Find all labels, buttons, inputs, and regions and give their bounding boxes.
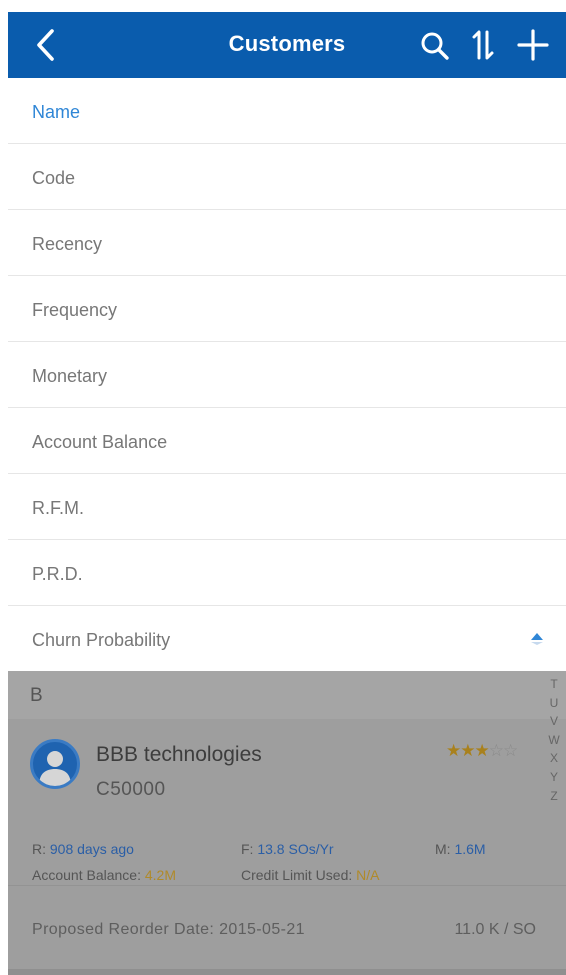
sort-option-monetary[interactable]: Monetary [8,342,566,408]
sort-icon [472,30,494,60]
sort-option-account-balance[interactable]: Account Balance [8,408,566,474]
star-empty-icon: ☆ [503,741,518,760]
proposed-reorder: Proposed Reorder Date: 2015-05-21 [32,921,305,939]
frequency-label: F: [241,841,254,857]
index-letter[interactable]: Z [550,787,557,806]
sort-option-prd[interactable]: P.R.D. [8,540,566,606]
customer-name: BBB technologies [96,743,262,766]
monetary-value: 1.6M [454,841,486,857]
sort-option-label: Account Balance [32,432,168,452]
index-letter[interactable]: U [550,694,559,713]
sort-option-label: Recency [32,234,103,254]
customer-code: C50000 [96,779,166,800]
status-bar [0,0,566,12]
sort-option-recency[interactable]: Recency [8,210,566,276]
sort-option-label: Monetary [32,366,108,386]
sort-ascending-icon [531,633,543,645]
navigation-bar: Customers [8,12,566,78]
recency-value: 908 days ago [49,841,134,857]
monetary-metric: M: 1.6M [435,841,486,857]
credit-limit-label: Credit Limit Used: [241,867,353,883]
rating-stars: ★★★☆☆ [446,741,518,761]
divider [8,885,566,886]
sort-option-label: Code [32,168,76,188]
sort-option-label: Name [32,102,81,122]
frequency-metric: F: 13.8 SOs/Yr [241,841,334,857]
index-letter[interactable]: Y [550,768,558,787]
sort-option-label: Frequency [32,300,118,320]
person-icon [39,751,71,786]
account-balance-metric: Account Balance: 4.2M [32,867,176,883]
search-icon [421,32,449,60]
recency-metric: R: 908 days ago [32,841,134,857]
alphabet-index[interactable]: T U V W X Y Z [546,675,562,805]
sort-option-rfm[interactable]: R.F.M. [8,474,566,540]
credit-limit-value: N/A [356,867,380,883]
sort-button[interactable] [466,26,500,64]
account-balance-value: 4.2M [144,867,176,883]
section-letter: B [30,685,43,706]
index-letter[interactable]: X [550,749,558,768]
sort-option-churn-probability[interactable]: Churn Probability [8,606,566,672]
card-bottom-border [8,969,566,975]
index-letter[interactable]: T [550,675,557,694]
section-header: B [8,671,566,719]
reorder-date: 2015-05-21 [219,921,305,938]
sort-option-label: Churn Probability [32,630,171,650]
sort-option-code[interactable]: Code [8,144,566,210]
sort-option-name[interactable]: Name [8,78,566,144]
sort-option-label: R.F.M. [32,498,84,518]
account-balance-label: Account Balance: [32,867,141,883]
customer-card[interactable]: BBB technologies C50000 ★★★☆☆ R: 908 day… [8,719,566,975]
reorder-rate: 11.0 K / SO [454,921,536,938]
monetary-label: M: [435,841,451,857]
add-customer-button[interactable] [514,26,552,64]
index-letter[interactable]: W [548,731,559,750]
plus-icon [517,29,549,61]
star-filled-icon: ★ [446,741,461,760]
search-button[interactable] [418,26,452,64]
star-filled-icon: ★ [474,741,490,760]
star-empty-icon: ☆ [488,741,504,760]
reorder-label: Proposed Reorder Date: [32,921,215,938]
star-filled-icon: ★ [460,741,475,760]
avatar [30,739,80,789]
customer-list-dimmed: B BBB technologies C50000 ★★★☆☆ R: 908 d… [8,671,566,975]
frequency-value: 13.8 SOs/Yr [257,841,334,857]
sort-option-label: P.R.D. [32,564,83,584]
index-letter[interactable]: V [550,712,558,731]
sort-menu: Name Code Recency Frequency Monetary Acc… [8,78,566,672]
credit-limit-metric: Credit Limit Used: N/A [241,867,380,883]
sort-option-frequency[interactable]: Frequency [8,276,566,342]
recency-label: R: [32,841,46,857]
